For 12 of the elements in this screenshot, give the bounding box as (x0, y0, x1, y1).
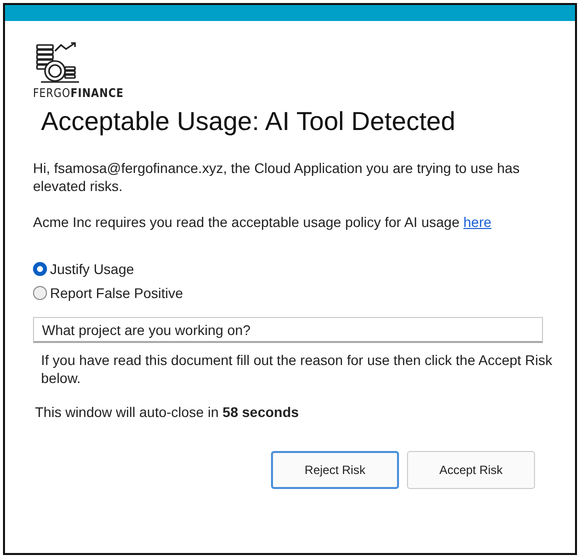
radio-option[interactable]: Justify Usage (33, 261, 557, 277)
dialog-title: Acceptable Usage: AI Tool Detected (41, 106, 456, 137)
dialog-button[interactable]: Accept Risk (407, 451, 535, 489)
dialog-button[interactable]: Reject Risk (271, 451, 399, 489)
logo-wordmark: FERGOFINANCE (33, 86, 124, 100)
policy-link[interactable]: here (463, 214, 492, 230)
policy-text: Acme Inc requires you read the acceptable usage policy for AI usage here (33, 213, 492, 231)
radio-option[interactable]: Report False Positive (33, 285, 557, 301)
countdown-text: This window will auto-close in 58 seconds (35, 403, 300, 421)
instructions-text: If you have read this document fill out the reason for use then click the Accept Risk below. (41, 351, 554, 387)
reason-field[interactable]: What project are you working on? (33, 317, 543, 343)
greeting-text: Hi, fsamosa@fergofinance.xyz, the Cloud Application you are trying to use has elevated risks. (33, 159, 521, 195)
